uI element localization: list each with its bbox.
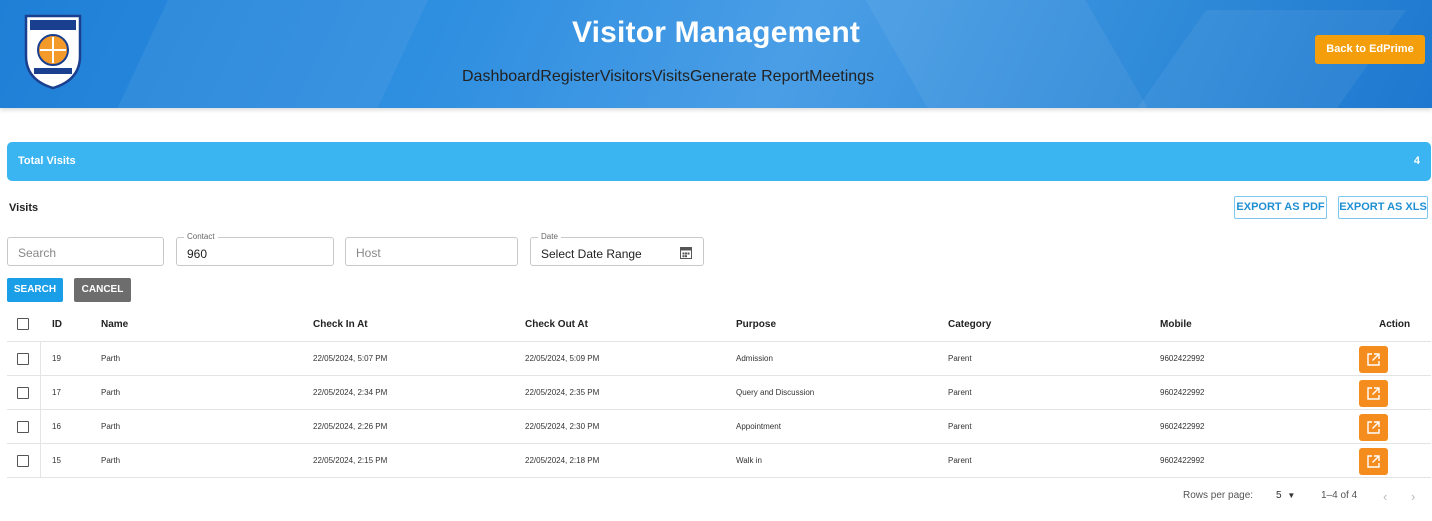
date-label: Date <box>538 232 561 241</box>
col-check-out[interactable]: Check Out At <box>525 307 588 341</box>
col-check-in[interactable]: Check In At <box>313 307 368 341</box>
caret-down-icon: ▼ <box>1287 491 1296 500</box>
open-external-icon <box>1367 421 1380 434</box>
search-button[interactable]: SEARCH <box>7 278 63 302</box>
col-action: Action <box>1379 318 1411 330</box>
visits-table: ID Name Check In At Check Out At Purpose… <box>7 307 1431 478</box>
cell-purpose: Appointment <box>736 422 781 431</box>
date-range-field[interactable]: Date Select Date Range <box>530 232 704 266</box>
cell-check-out: 22/05/2024, 2:30 PM <box>525 422 600 431</box>
rows-per-page-label: Rows per page: <box>1183 490 1254 501</box>
table-header-row: ID Name Check In At Check Out At Purpose… <box>7 307 1431 342</box>
export-pdf-button[interactable]: EXPORT AS PDF <box>1234 196 1327 219</box>
cell-check-in: 22/05/2024, 2:15 PM <box>313 456 388 465</box>
select-all-checkbox[interactable] <box>17 318 29 330</box>
table-row[interactable]: 19 Parth 22/05/2024, 5:07 PM 22/05/2024,… <box>7 342 1431 376</box>
col-id[interactable]: ID <box>52 307 62 341</box>
cell-id: 16 <box>52 422 61 431</box>
cell-mobile: 9602422992 <box>1160 354 1205 363</box>
cell-id: 19 <box>52 354 61 363</box>
open-visit-button[interactable] <box>1359 448 1388 475</box>
contact-label: Contact <box>184 232 218 241</box>
rows-per-page-select[interactable]: 5 ▼ <box>1276 490 1295 501</box>
cell-name: Parth <box>101 388 121 397</box>
open-external-icon <box>1367 353 1380 366</box>
chevron-right-icon[interactable]: › <box>1411 489 1415 504</box>
host-placeholder: Host <box>356 246 381 260</box>
col-purpose[interactable]: Purpose <box>736 307 776 341</box>
host-field[interactable]: Host <box>345 237 518 266</box>
cell-category: Parent <box>948 456 972 465</box>
cell-id: 15 <box>52 456 61 465</box>
date-range-value: Select Date Range <box>541 247 642 261</box>
cell-category: Parent <box>948 422 972 431</box>
cell-purpose: Walk in <box>736 456 762 465</box>
cell-purpose: Admission <box>736 354 773 363</box>
row-checkbox[interactable] <box>17 454 29 467</box>
total-visits-bar: Total Visits 4 <box>7 142 1431 181</box>
col-category[interactable]: Category <box>948 307 991 341</box>
calendar-icon[interactable] <box>680 246 692 264</box>
search-input[interactable]: Search <box>7 237 164 266</box>
nav-visitors[interactable]: Visitors <box>600 68 652 86</box>
pagination-range: 1–4 of 4 <box>1321 490 1358 501</box>
cell-mobile: 9602422992 <box>1160 422 1205 431</box>
open-visit-button[interactable] <box>1359 414 1388 441</box>
cell-mobile: 9602422992 <box>1160 388 1205 397</box>
chevron-left-icon[interactable]: ‹ <box>1383 489 1387 504</box>
nav-meetings[interactable]: Meetings <box>809 68 874 86</box>
main-nav: Dashboard Register Visitors Visits Gener… <box>462 68 874 86</box>
cell-mobile: 9602422992 <box>1160 456 1205 465</box>
total-visits-count: 4 <box>1413 155 1420 167</box>
contact-field[interactable]: Contact 960 <box>176 232 334 266</box>
open-visit-button[interactable] <box>1359 346 1388 373</box>
cell-check-out: 22/05/2024, 5:09 PM <box>525 354 600 363</box>
cell-id: 17 <box>52 388 61 397</box>
col-name[interactable]: Name <box>101 307 128 341</box>
nav-dashboard[interactable]: Dashboard <box>462 68 540 86</box>
visits-section-title: Visits <box>9 202 39 214</box>
cancel-button[interactable]: CANCEL <box>74 278 131 302</box>
col-mobile[interactable]: Mobile <box>1160 307 1192 341</box>
cell-category: Parent <box>948 354 972 363</box>
cell-category: Parent <box>948 388 972 397</box>
open-external-icon <box>1367 455 1380 468</box>
cell-name: Parth <box>101 354 121 363</box>
nav-register[interactable]: Register <box>540 68 600 86</box>
cell-name: Parth <box>101 422 121 431</box>
row-checkbox[interactable] <box>17 420 29 433</box>
cell-check-in: 22/05/2024, 5:07 PM <box>313 354 388 363</box>
cell-name: Parth <box>101 456 121 465</box>
cell-check-in: 22/05/2024, 2:34 PM <box>313 388 388 397</box>
search-placeholder: Search <box>18 246 57 260</box>
contact-value: 960 <box>187 247 208 261</box>
app-header: Visitor Management Dashboard Register Vi… <box>0 0 1432 108</box>
nav-visits[interactable]: Visits <box>652 68 690 86</box>
row-checkbox[interactable] <box>17 352 29 365</box>
export-xls-button[interactable]: EXPORT AS XLS <box>1338 196 1428 219</box>
nav-generate-report[interactable]: Generate Report <box>690 68 809 86</box>
page-title: Visitor Management <box>571 16 861 49</box>
row-checkbox[interactable] <box>17 386 29 399</box>
cell-check-in: 22/05/2024, 2:26 PM <box>313 422 388 431</box>
cell-check-out: 22/05/2024, 2:35 PM <box>525 388 600 397</box>
open-visit-button[interactable] <box>1359 380 1388 407</box>
back-to-edprime-button[interactable]: Back to EdPrime <box>1315 35 1425 64</box>
rows-per-page-value: 5 <box>1276 490 1282 501</box>
table-row[interactable]: 16 Parth 22/05/2024, 2:26 PM 22/05/2024,… <box>7 410 1431 444</box>
table-row[interactable]: 15 Parth 22/05/2024, 2:15 PM 22/05/2024,… <box>7 444 1431 478</box>
table-row[interactable]: 17 Parth 22/05/2024, 2:34 PM 22/05/2024,… <box>7 376 1431 410</box>
total-visits-label: Total Visits <box>18 155 76 167</box>
open-external-icon <box>1367 387 1380 400</box>
cell-check-out: 22/05/2024, 2:18 PM <box>525 456 600 465</box>
cell-purpose: Query and Discussion <box>736 388 815 397</box>
